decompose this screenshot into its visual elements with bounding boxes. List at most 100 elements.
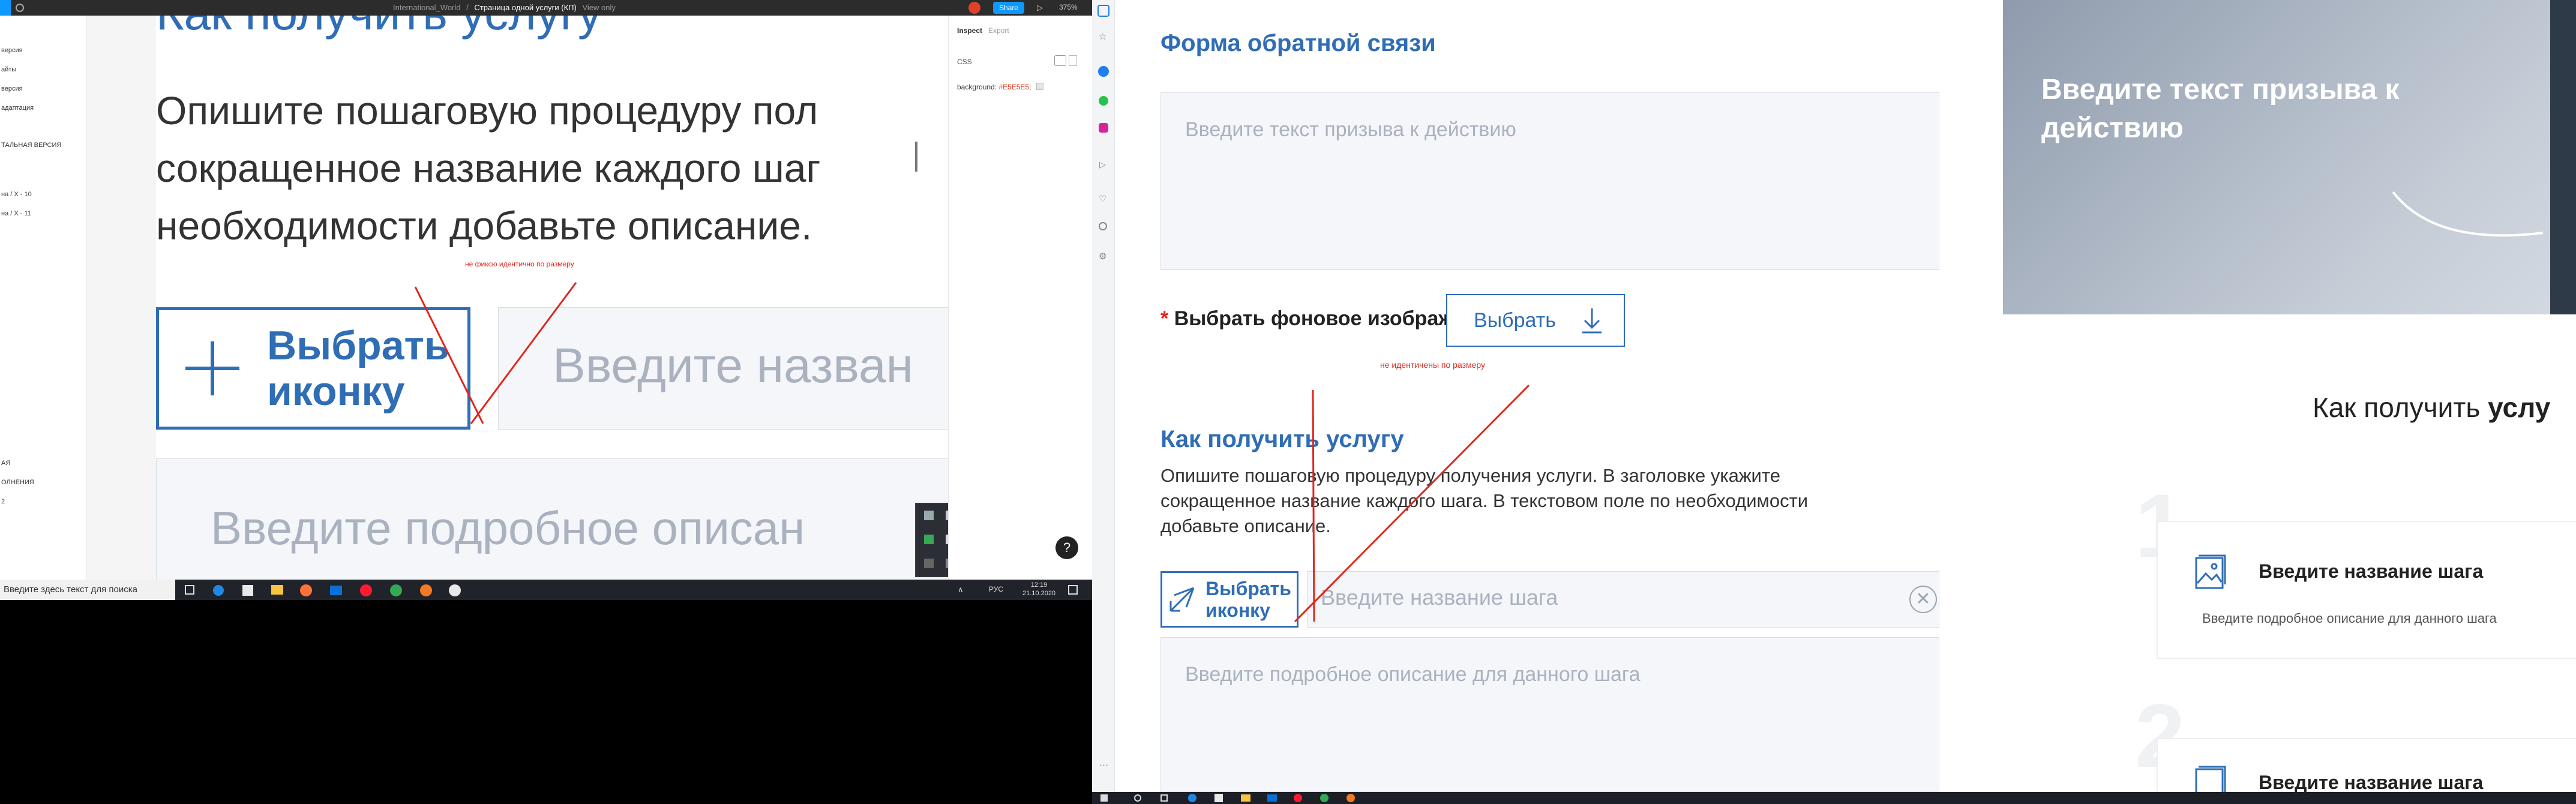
code-icon[interactable] [1054,55,1066,66]
play-icon[interactable]: ▷ [1099,160,1106,170]
store-icon[interactable] [242,585,253,596]
layer-item[interactable]: ТАЛЬНАЯ ВЕРСИЯ [1,142,61,149]
task-view-icon[interactable] [185,585,194,595]
settings-icon[interactable]: ⚙ [1099,251,1106,262]
language-indicator[interactable]: РУС [989,585,1003,593]
choose-background-button[interactable]: Выбрать [1446,294,1625,347]
mail-icon[interactable] [1267,794,1277,802]
choose-icon-button[interactable]: Выбрать иконку [156,307,470,430]
admin-form: Форма обратной связи Введите текст призы… [1115,0,2003,792]
view-mode[interactable]: View only [582,3,615,12]
history-icon[interactable] [1099,222,1107,230]
section-description: Опишите пошаговую процедуру получения ус… [1160,465,1809,536]
comment-icon[interactable] [16,4,24,12]
annotation-note: не фиксю идентично по размеру [465,260,574,268]
scrollbar[interactable] [915,142,917,172]
tray-app-icon[interactable] [924,559,934,568]
sidebar-app-icon[interactable] [1097,5,1109,17]
avatar[interactable] [968,2,980,14]
mail-icon[interactable] [330,586,342,595]
feedback-form-title: Форма обратной связи [1160,30,1436,56]
figma-canvas[interactable]: Как получить услугу Опишите пошаговую пр… [87,16,948,580]
figma-toolbar: International_World / Страница одной усл… [0,0,1092,16]
whatsapp-icon[interactable] [1099,96,1108,106]
layer-item[interactable]: АЯ [1,460,10,467]
opera-icon[interactable] [1294,794,1302,802]
project-name[interactable]: International_World [393,3,461,12]
image-icon [2195,766,2226,792]
tab-inspect[interactable]: Inspect [957,26,982,35]
present-icon[interactable]: ▷ [1037,3,1043,13]
app-icon[interactable] [420,584,432,596]
annotation-note: не идентичены по размеру [1380,360,1486,370]
layer-item[interactable]: адаптация [1,104,34,112]
zoom-level[interactable]: 375% [1059,3,1078,11]
tray-app-icon[interactable] [924,535,934,544]
share-button[interactable]: Share [993,2,1025,14]
cta-banner: Введите текст призыва к действию [2003,0,2576,314]
tray-chevron-icon[interactable]: ∧ [958,585,964,595]
clock[interactable]: 12:19 21.10.2020 [1022,581,1055,598]
chrome-icon[interactable] [1320,794,1329,802]
app-icon[interactable] [1347,794,1355,802]
section-description: Опишите пошаговую процедуру пол сокращен… [156,88,821,248]
page-name[interactable]: Страница одной услуги (КП) [474,3,576,12]
step-card: Введите название шага [2157,738,2576,792]
layer-item[interactable]: айты [1,66,16,73]
section-title: Как получить услугу [1160,426,1404,452]
messenger-icon[interactable] [1098,66,1109,77]
step-description-input[interactable]: Введите подробное описан [156,458,948,580]
choose-icon-button[interactable]: Выбрать иконку [1160,571,1299,628]
start-icon[interactable] [1100,794,1108,802]
firefox-icon[interactable] [300,584,312,596]
layer-item[interactable]: версия [1,85,23,92]
store-icon[interactable] [1214,794,1223,802]
inspect-panel: Inspect Export CSS background: #E5E5E5; … [948,16,1092,580]
css-property: background: [957,83,997,91]
layer-item[interactable]: версия [1,47,23,54]
layer-item[interactable]: ОЛНЕНИЯ [1,479,34,486]
layer-item[interactable]: на / Х - 11 [1,210,31,217]
figma-window: International_World / Страница одной усл… [0,0,1092,600]
step-description-input[interactable]: Введите подробное описание для данного ш… [1160,637,1939,792]
css-label: CSS [957,58,972,66]
heart-icon[interactable]: ♡ [1099,193,1106,204]
plus-icon [185,341,239,395]
page-preview: Введите текст призыва к действию Как пол… [2003,0,2576,792]
tab-export[interactable]: Export [988,26,1009,35]
download-icon [1582,308,1602,334]
help-button[interactable]: ? [1055,536,1078,559]
step-description: Введите подробное описание для данного ш… [2202,611,2497,626]
taskbar-search-input[interactable]: Введите здесь текст для поиска [0,580,175,600]
folder-icon[interactable] [271,585,283,595]
layer-item[interactable]: 2 [1,498,5,505]
instagram-icon[interactable] [1099,123,1108,133]
opera-icon[interactable] [360,584,372,596]
cta-text-input[interactable]: Введите текст призыва к действию [1160,92,1939,270]
page-title: Как получить услугу [156,16,602,41]
task-view-icon[interactable] [1160,794,1168,802]
step-name-input[interactable]: Введите назван [498,307,948,430]
chrome-icon[interactable] [390,584,402,596]
edge-icon[interactable] [1188,794,1196,802]
canvas-frame: Как получить услугу Опишите пошаговую пр… [156,16,948,580]
edge-icon[interactable] [213,585,224,596]
app-icon[interactable] [449,584,461,596]
preview-section-heading: Как получить услу [2313,392,2551,423]
windows-taskbar: Введите здесь текст для поиска ∧ РУС 12:… [0,580,1092,600]
layer-item[interactable]: на / Х - 10 [1,191,32,198]
tray-app-icon[interactable] [924,511,934,520]
black-area [0,600,1092,804]
notification-icon[interactable] [1068,585,1078,595]
search-icon[interactable] [1134,794,1141,802]
more-icon[interactable]: ⋯ [1099,760,1108,770]
figma-menu-icon[interactable] [0,0,11,16]
clear-icon[interactable]: ✕ [1909,586,1937,613]
copy-icon[interactable] [1069,55,1077,66]
step-name-input[interactable]: Введите название шага [1307,571,1939,628]
step-card: Введите название шага Введите подробное … [2157,521,2576,659]
decorative-curve [2392,191,2544,237]
browser-window: ☆ ▷ ♡ ⚙ ⋯ Форма обратной связи Введите т… [1092,0,2576,804]
star-icon[interactable]: ☆ [1099,31,1106,42]
folder-icon[interactable] [1241,794,1250,802]
